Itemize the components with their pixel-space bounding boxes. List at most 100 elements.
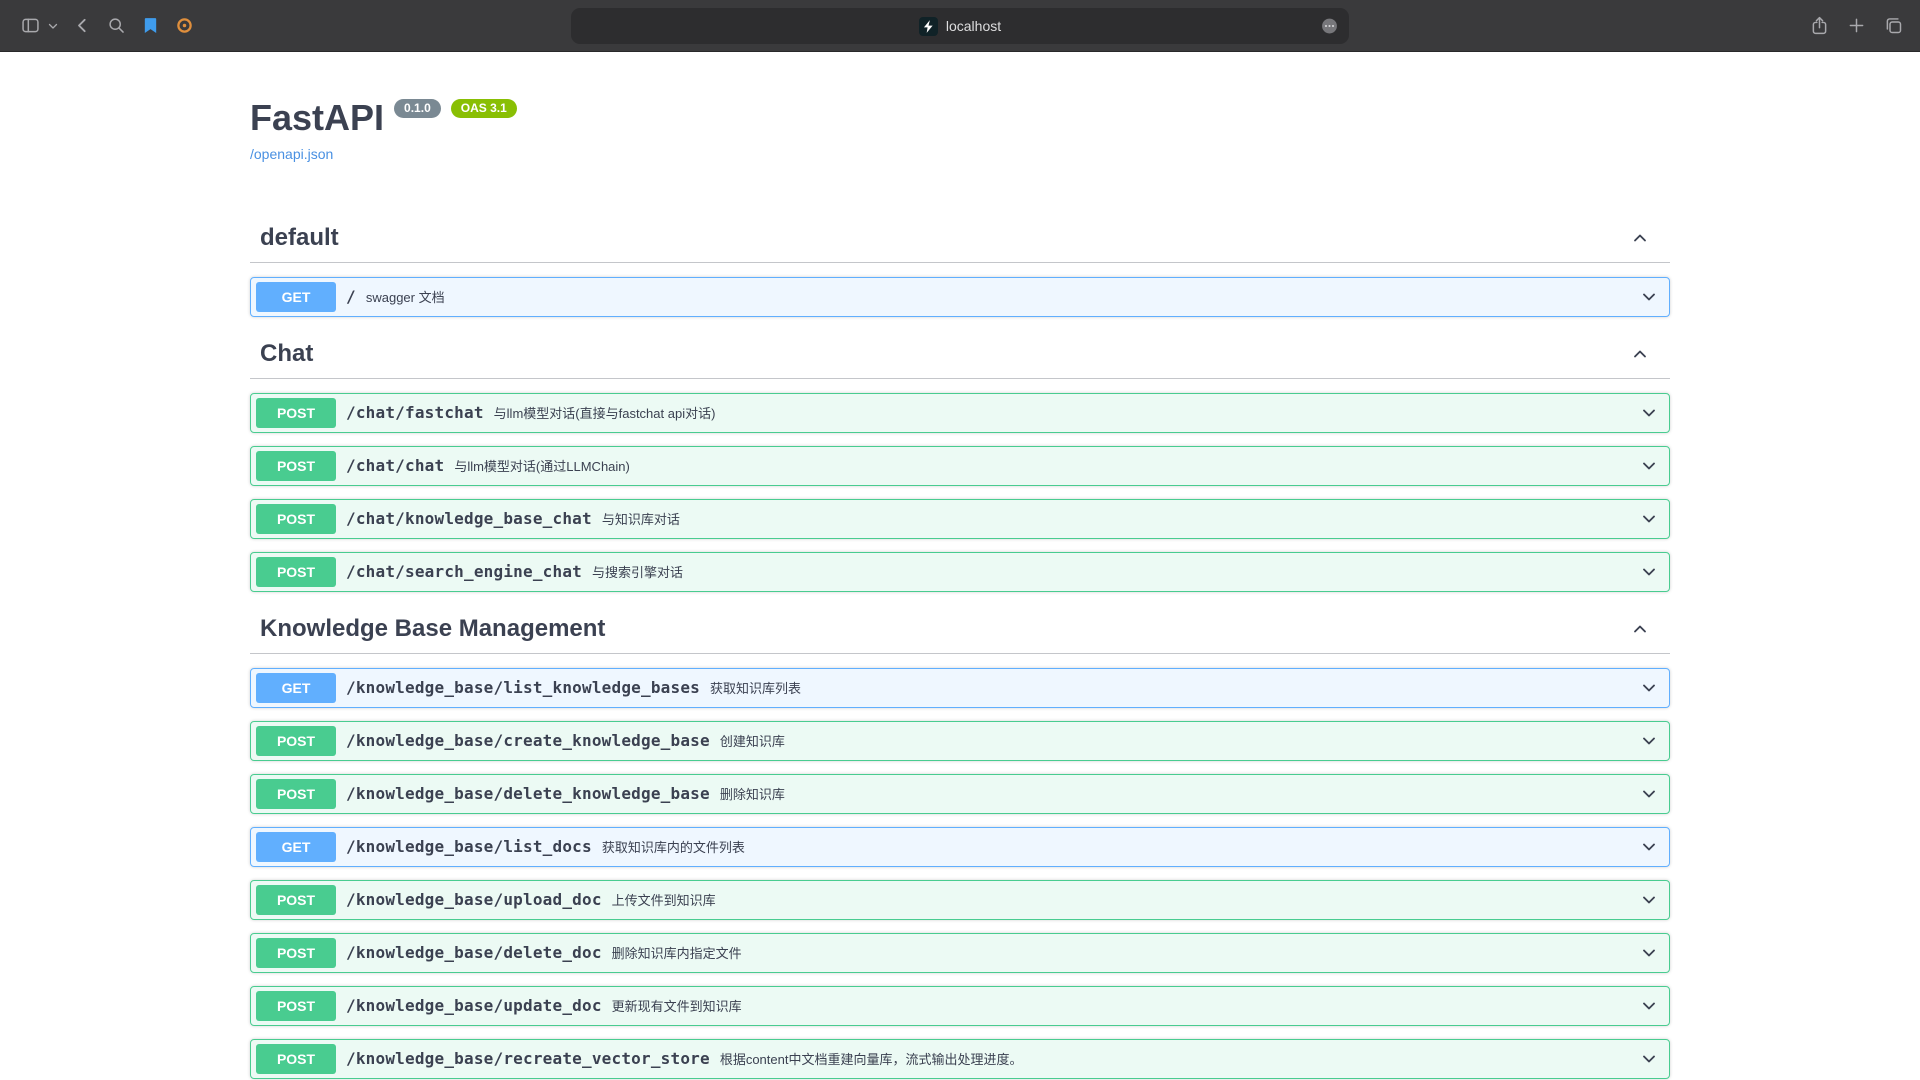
toolbar-left-group	[20, 15, 195, 36]
operation-row[interactable]: POST /chat/fastchat 与llm模型对话(直接与fastchat…	[250, 393, 1670, 433]
method-badge: POST	[256, 451, 336, 481]
operation-row[interactable]: GET /knowledge_base/list_docs 获取知识库内的文件列…	[250, 827, 1670, 867]
expand-operation-icon[interactable]	[1639, 837, 1659, 857]
swagger-page: FastAPI 0.1.0 OAS 3.1 /openapi.json defa…	[250, 52, 1670, 1079]
operation-description: 根据content中文档重建向量库，流式输出处理进度。	[720, 1049, 1023, 1068]
operation-row[interactable]: POST /chat/knowledge_base_chat 与知识库对话	[250, 499, 1670, 539]
new-tab-button[interactable]	[1846, 15, 1867, 36]
expand-operation-icon[interactable]	[1639, 784, 1659, 804]
operation-row[interactable]: POST /knowledge_base/upload_doc 上传文件到知识库	[250, 880, 1670, 920]
address-bar[interactable]: localhost	[571, 8, 1349, 44]
expand-operation-icon[interactable]	[1639, 890, 1659, 910]
tab-overview-button[interactable]	[1883, 15, 1904, 36]
operation-row[interactable]: POST /chat/chat 与llm模型对话(通过LLMChain)	[250, 446, 1670, 486]
method-badge: POST	[256, 726, 336, 756]
method-badge: POST	[256, 885, 336, 915]
operation-path: /knowledge_base/delete_knowledge_base	[346, 784, 710, 803]
sidebar-dropdown-button[interactable]	[47, 20, 59, 32]
operation-description: 与llm模型对话(通过LLMChain)	[454, 456, 630, 475]
search-button[interactable]	[106, 15, 127, 36]
expand-operation-icon[interactable]	[1639, 456, 1659, 476]
operation-path: /knowledge_base/list_knowledge_bases	[346, 678, 700, 697]
api-info-block: FastAPI 0.1.0 OAS 3.1 /openapi.json	[250, 98, 1670, 164]
operation-path: /knowledge_base/list_docs	[346, 837, 592, 856]
operation-description: swagger 文档	[366, 287, 445, 306]
record-extension-icon	[174, 15, 195, 36]
operation-path: /chat/fastchat	[346, 403, 484, 422]
openapi-spec-link[interactable]: /openapi.json	[250, 146, 333, 162]
operation-description: 删除知识库内指定文件	[612, 943, 742, 962]
page-title-row: FastAPI 0.1.0 OAS 3.1	[250, 98, 1670, 138]
expand-operation-icon[interactable]	[1639, 678, 1659, 698]
extension-bookmark-button[interactable]	[140, 15, 161, 36]
back-button[interactable]	[72, 15, 93, 36]
operation-description: 与搜索引擎对话	[592, 562, 683, 581]
operation-description: 与知识库对话	[602, 509, 680, 528]
operation-row[interactable]: POST /knowledge_base/delete_knowledge_ba…	[250, 774, 1670, 814]
operation-row[interactable]: GET /knowledge_base/list_knowledge_bases…	[250, 668, 1670, 708]
tab-overview-icon	[1883, 15, 1904, 36]
operation-path: /knowledge_base/recreate_vector_store	[346, 1049, 710, 1068]
sidebar-icon	[20, 15, 41, 36]
collapse-section-icon	[1630, 344, 1650, 364]
expand-operation-icon[interactable]	[1639, 1049, 1659, 1069]
chevron-down-icon	[47, 20, 59, 32]
operation-path: /chat/knowledge_base_chat	[346, 509, 592, 528]
collapse-section-icon	[1630, 619, 1650, 639]
operation-description: 更新现有文件到知识库	[612, 996, 742, 1015]
ellipsis-circle-icon	[1319, 16, 1340, 37]
operation-path: /knowledge_base/create_knowledge_base	[346, 731, 710, 750]
operation-description: 删除知识库	[720, 784, 785, 803]
expand-operation-icon[interactable]	[1639, 943, 1659, 963]
method-badge: POST	[256, 991, 336, 1021]
expand-operation-icon[interactable]	[1639, 403, 1659, 423]
url-text: localhost	[946, 18, 1001, 34]
expand-operation-icon[interactable]	[1639, 287, 1659, 307]
expand-operation-icon[interactable]	[1639, 562, 1659, 582]
operation-list: GET / swagger 文档	[250, 277, 1670, 317]
section-header[interactable]: Chat	[250, 330, 1670, 379]
method-badge: POST	[256, 398, 336, 428]
toolbar-right-group	[1809, 15, 1904, 36]
api-section: Knowledge Base Management GET /knowledge…	[250, 605, 1670, 1079]
expand-operation-icon[interactable]	[1639, 509, 1659, 529]
section-title: Knowledge Base Management	[260, 615, 605, 643]
operation-row[interactable]: POST /knowledge_base/update_doc 更新现有文件到知…	[250, 986, 1670, 1026]
section-header[interactable]: default	[250, 214, 1670, 263]
section-title: Chat	[260, 340, 313, 368]
browser-toolbar: localhost	[0, 0, 1920, 52]
sidebar-toggle-button[interactable]	[20, 15, 41, 36]
share-button[interactable]	[1809, 15, 1830, 36]
page-settings-button[interactable]	[1319, 16, 1340, 37]
operation-row[interactable]: POST /knowledge_base/create_knowledge_ba…	[250, 721, 1670, 761]
method-badge: POST	[256, 504, 336, 534]
section-header[interactable]: Knowledge Base Management	[250, 605, 1670, 654]
method-badge: POST	[256, 779, 336, 809]
expand-operation-icon[interactable]	[1639, 996, 1659, 1016]
method-badge: POST	[256, 557, 336, 587]
bookmark-extension-icon	[140, 15, 161, 36]
operation-path: /knowledge_base/update_doc	[346, 996, 602, 1015]
method-badge: GET	[256, 673, 336, 703]
search-icon	[106, 15, 127, 36]
section-title: default	[260, 224, 339, 252]
chevron-left-icon	[72, 15, 93, 36]
operation-row[interactable]: POST /knowledge_base/recreate_vector_sto…	[250, 1039, 1670, 1079]
plus-icon	[1846, 15, 1867, 36]
method-badge: POST	[256, 938, 336, 968]
operation-row[interactable]: GET / swagger 文档	[250, 277, 1670, 317]
operation-path: /knowledge_base/upload_doc	[346, 890, 602, 909]
expand-operation-icon[interactable]	[1639, 731, 1659, 751]
operation-row[interactable]: POST /chat/search_engine_chat 与搜索引擎对话	[250, 552, 1670, 592]
operation-row[interactable]: POST /knowledge_base/delete_doc 删除知识库内指定…	[250, 933, 1670, 973]
page-title: FastAPI	[250, 98, 384, 138]
operation-description: 获取知识库列表	[710, 678, 801, 697]
method-badge: GET	[256, 832, 336, 862]
operation-list: POST /chat/fastchat 与llm模型对话(直接与fastchat…	[250, 393, 1670, 592]
extension-record-button[interactable]	[174, 15, 195, 36]
api-sections: default GET / swagger 文档 Chat POST /chat…	[250, 214, 1670, 1079]
share-icon	[1809, 15, 1830, 36]
operation-path: /chat/chat	[346, 456, 444, 475]
method-badge: GET	[256, 282, 336, 312]
operation-list: GET /knowledge_base/list_knowledge_bases…	[250, 668, 1670, 1079]
